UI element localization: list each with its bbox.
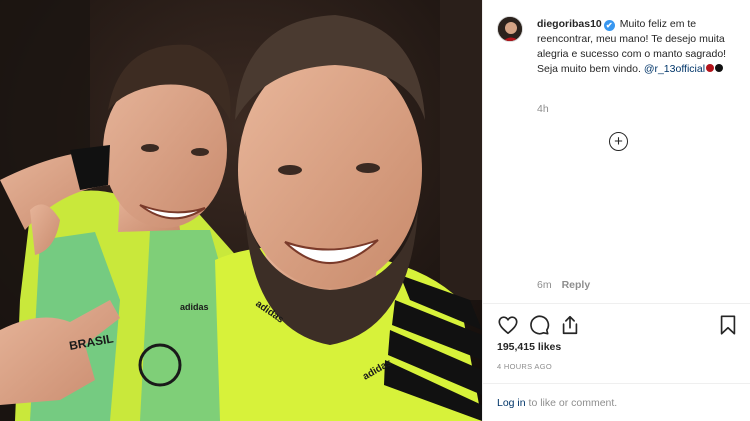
share-icon[interactable] (559, 314, 581, 336)
comment-icon[interactable] (528, 314, 550, 336)
svg-text:adidas: adidas (180, 302, 209, 312)
mention-link[interactable]: @r_13official (644, 63, 705, 75)
login-link[interactable]: Log in (497, 397, 526, 409)
bookmark-icon[interactable] (717, 314, 739, 336)
load-more-comments-icon[interactable]: + (609, 132, 628, 151)
login-prompt: Log in to like or comment. (497, 397, 617, 409)
post-photo[interactable]: BRASIL adidas adidas adidas (0, 0, 482, 421)
heart-icon[interactable] (497, 314, 519, 336)
black-circle-emoji-icon (715, 64, 724, 72)
action-bar (497, 314, 739, 336)
red-circle-emoji-icon (706, 64, 715, 72)
caption-time[interactable]: 4h (537, 103, 549, 115)
avatar[interactable] (497, 16, 523, 42)
likes-count[interactable]: 195,415 likes (497, 341, 561, 353)
verified-badge-icon: ✔ (603, 20, 615, 31)
posted-time: 4 HOURS AGO (497, 362, 552, 371)
post-sidebar: diegoribas10 ✔ Muito feliz em te reencont… (482, 0, 750, 421)
username-link[interactable]: diegoribas10 (537, 18, 602, 30)
reply-button[interactable]: Reply (562, 279, 591, 291)
login-bar: Log in to like or comment. (483, 383, 750, 421)
comment-meta: 6m Reply (537, 279, 590, 291)
photo-illustration: BRASIL adidas adidas adidas (0, 0, 482, 421)
comment-time[interactable]: 6m (537, 279, 552, 291)
caption-text: diegoribas10 ✔ Muito feliz em te reencont… (537, 17, 749, 77)
avatar-image (498, 17, 522, 41)
login-suffix: to like or comment. (525, 397, 618, 409)
